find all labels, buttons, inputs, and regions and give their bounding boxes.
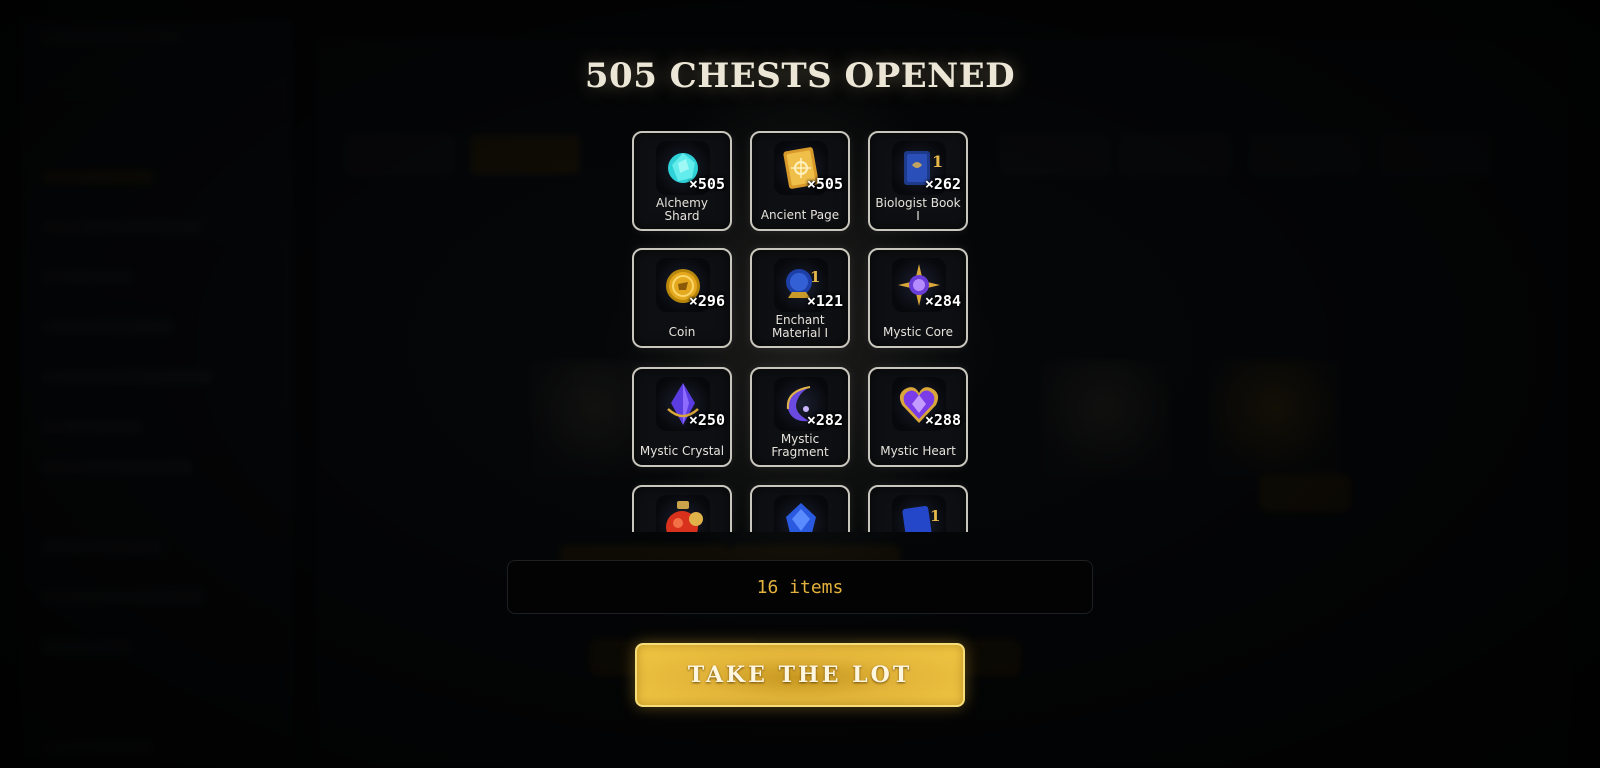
blue-book-icon: 1	[892, 495, 946, 532]
item-name: Mystic Fragment	[771, 432, 829, 459]
item-name: Alchemy Shard	[656, 196, 708, 223]
item-quantity: ×121	[806, 292, 843, 310]
item-name: Mystic Core	[883, 325, 953, 339]
loot-item[interactable]: ×288 Mystic Heart	[868, 367, 968, 467]
loot-item[interactable]: ×250 Mystic Crystal	[632, 367, 732, 467]
item-name: Biologist Book I	[875, 196, 961, 223]
loot-item[interactable]	[632, 485, 732, 532]
item-name: Ancient Page	[760, 208, 840, 222]
svg-text:1: 1	[930, 507, 940, 525]
modal-title: 505 CHESTS OPENED	[584, 56, 1016, 96]
loot-item[interactable]: ×505 Alchemy Shard	[632, 131, 732, 231]
item-quantity: ×296	[688, 292, 725, 310]
items-count-bar: 16 items	[507, 560, 1093, 614]
svg-text:1: 1	[810, 268, 820, 286]
loot-item[interactable]: ×296 Coin	[632, 248, 732, 348]
item-quantity: ×505	[688, 175, 725, 193]
item-quantity: ×284	[924, 292, 961, 310]
item-quantity: ×288	[924, 411, 961, 429]
item-quantity: ×250	[688, 411, 725, 429]
item-name: Coin	[668, 325, 696, 339]
loot-item[interactable]: ×282 Mystic Fragment	[750, 367, 850, 467]
item-quantity: ×505	[806, 175, 843, 193]
item-name: Mystic Heart	[880, 444, 956, 458]
take-the-lot-button[interactable]: TAKE THE LOT	[635, 643, 965, 707]
potion-icon	[656, 495, 710, 532]
loot-grid-scroll[interactable]: ×505 Alchemy Shard ×505 Ancient Page 1 ×…	[632, 131, 968, 532]
loot-item[interactable]: 1	[868, 485, 968, 532]
loot-item[interactable]	[750, 485, 850, 532]
item-name: Mystic Crystal	[639, 444, 725, 458]
loot-item[interactable]: 1 ×121 Enchant Material I	[750, 248, 850, 348]
item-name: Enchant Material I	[771, 313, 829, 340]
loot-item[interactable]: ×284 Mystic Core	[868, 248, 968, 348]
item-quantity: ×282	[806, 411, 843, 429]
loot-item[interactable]: 1 ×262 Biologist Book I	[868, 131, 968, 231]
item-quantity: ×262	[924, 175, 961, 193]
blue-rune-icon	[774, 495, 828, 532]
loot-item[interactable]: ×505 Ancient Page	[750, 131, 850, 231]
svg-text:1: 1	[932, 152, 943, 171]
